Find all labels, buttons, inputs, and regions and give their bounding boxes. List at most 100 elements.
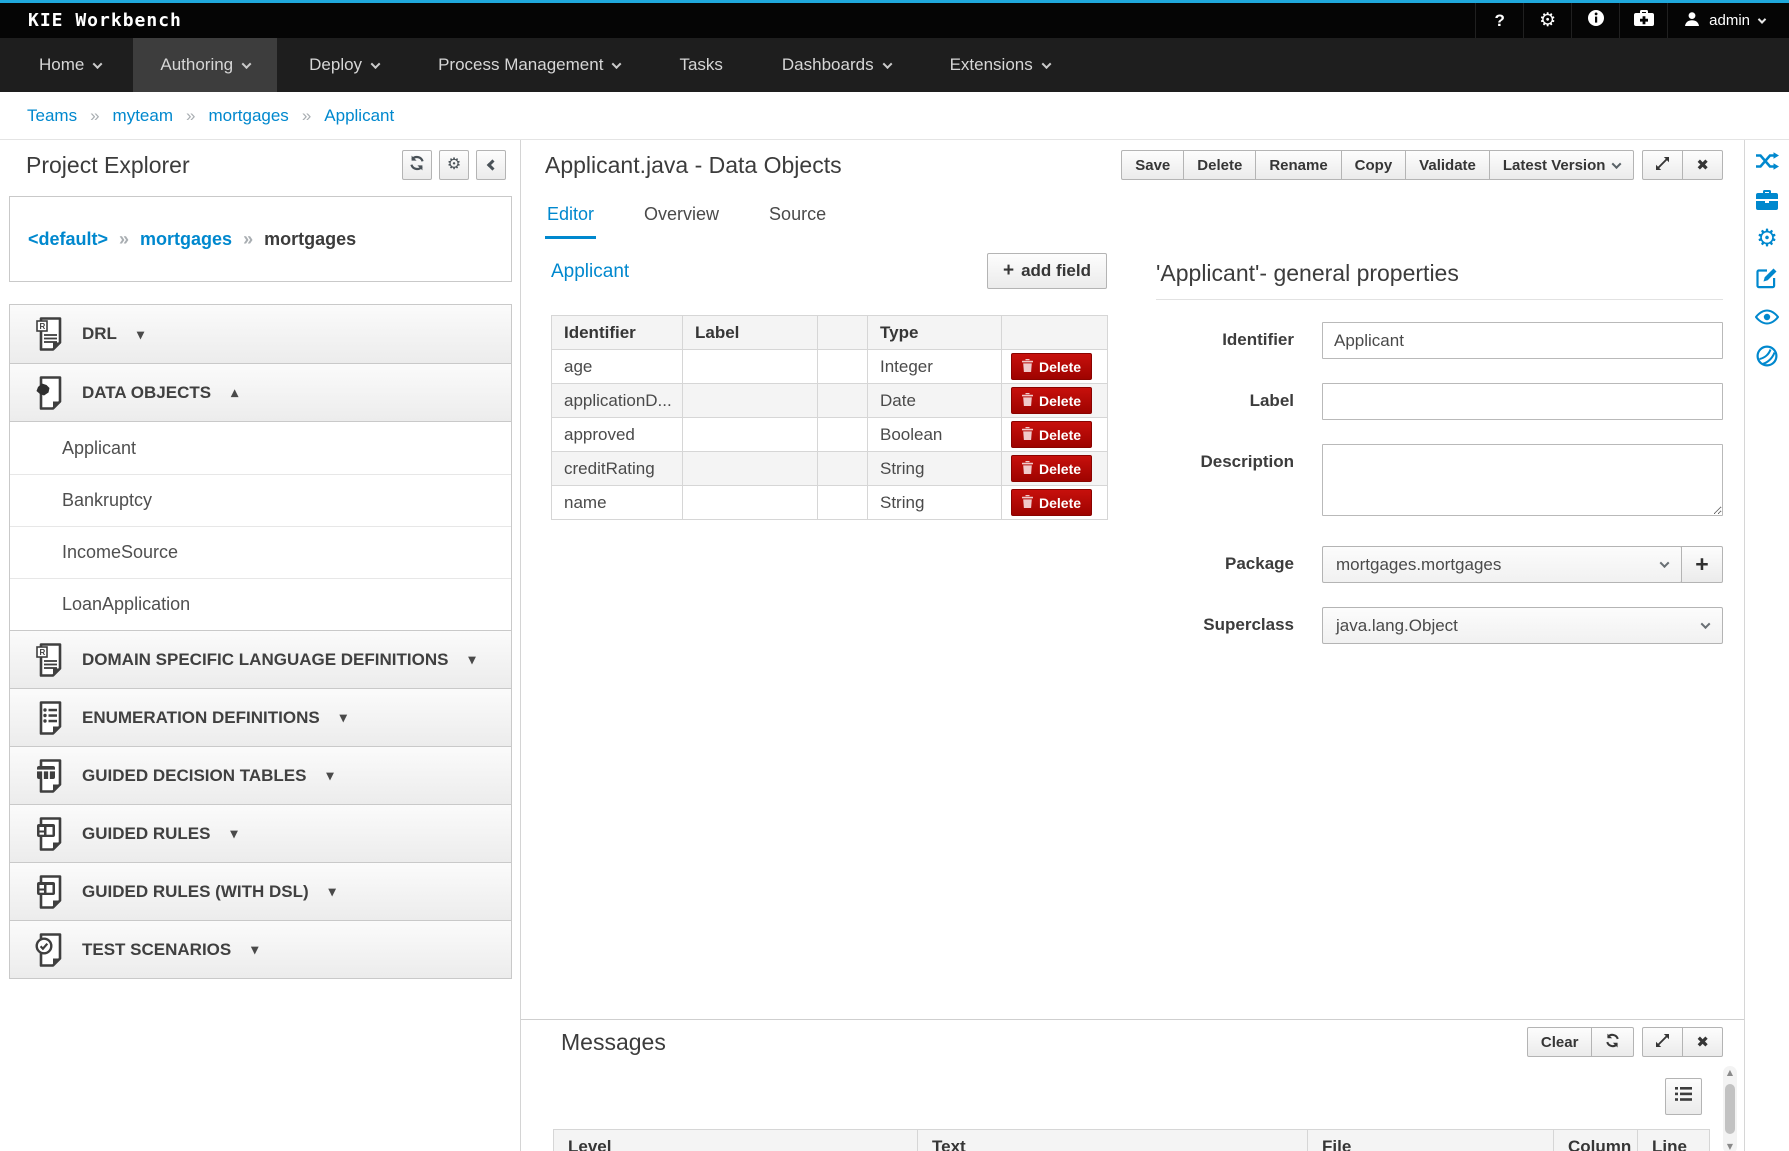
explorer-section-data-objects[interactable]: DATA OBJECTS▴ [10,363,511,421]
add-field-button[interactable]: + add field [987,253,1107,289]
explorer-settings-button[interactable]: ⚙ [439,150,469,180]
nav-item-deploy[interactable]: Deploy [282,38,406,92]
messages-column-level: Level [554,1130,918,1151]
close-icon: ✖ [1696,1033,1709,1051]
messages-title: Messages [561,1029,666,1056]
user-name: admin [1709,12,1750,29]
field-identifier[interactable]: creditRating [552,452,683,486]
description-field[interactable] [1322,444,1723,516]
delete-field-button[interactable]: Delete [1011,489,1092,516]
refresh-button[interactable] [402,150,432,180]
delete-field-button[interactable]: Delete [1011,421,1092,448]
superclass-select[interactable]: java.lang.Object [1322,607,1723,644]
enumeration-file-icon [34,700,66,736]
medkit-button[interactable] [1619,3,1667,38]
breadcrumb-link-mortgages[interactable]: mortgages [208,106,288,126]
field-identifier[interactable]: name [552,486,683,520]
explorer-section-drl[interactable]: RDRL▾ [10,305,511,363]
nav-item-process-management[interactable]: Process Management [411,38,647,92]
breadcrumb-link-myteam[interactable]: myteam [113,106,173,126]
messages-window-group: ✖ [1642,1027,1723,1057]
close-button[interactable]: ✖ [1683,150,1723,180]
explorer-section-guided-rules[interactable]: GUIDED RULES▾ [10,804,511,862]
package-row: Package mortgages.mortgages + [1156,546,1723,583]
help-button[interactable]: ? [1475,3,1523,38]
explorer-item-bankruptcy[interactable]: Bankruptcy [10,474,511,526]
field-row-creditrating: creditRating String Delete [552,452,1108,486]
nav-item-tasks[interactable]: Tasks [652,38,749,92]
nav-item-dashboards[interactable]: Dashboards [755,38,918,92]
clear-button[interactable]: Clear [1527,1027,1593,1057]
validate-button[interactable]: Validate [1406,150,1490,180]
add-package-button[interactable]: + [1681,546,1723,583]
eye-icon[interactable] [1755,306,1779,328]
gear-icon[interactable]: ⚙ [1755,228,1779,250]
copy-button[interactable]: Copy [1342,150,1407,180]
object-link[interactable]: Applicant [551,261,629,289]
delete-field-button[interactable]: Delete [1011,387,1092,414]
list-view-button[interactable] [1665,1078,1702,1115]
drl-file-icon: R [34,316,66,352]
scroll-up-icon[interactable]: ▲ [1727,1066,1733,1080]
field-type[interactable]: Date [868,384,1002,418]
delete-button[interactable]: Delete [1184,150,1256,180]
explorer-section-guided-decision-tables[interactable]: GUIDED DECISION TABLES▾ [10,746,511,804]
collapse-panel-button[interactable] [476,150,506,180]
identifier-field[interactable] [1322,322,1723,359]
field-type[interactable]: Integer [868,350,1002,384]
delete-field-button[interactable]: Delete [1011,455,1092,482]
briefcase-icon[interactable] [1755,189,1779,211]
expand-button[interactable] [1642,150,1683,180]
field-identifier[interactable]: applicationD... [552,384,683,418]
scrollbar-thumb[interactable] [1725,1084,1735,1134]
scroll-down-icon[interactable]: ▼ [1727,1140,1733,1151]
section-label: DRL [82,324,117,344]
messages-expand-button[interactable] [1642,1027,1683,1057]
field-type[interactable]: String [868,486,1002,520]
messages-close-button[interactable]: ✖ [1683,1027,1723,1057]
explorer-section-domain-specific-language-definitions[interactable]: RDOMAIN SPECIFIC LANGUAGE DEFINITIONS▾ [10,630,511,688]
field-label[interactable] [683,486,818,520]
nav-item-extensions[interactable]: Extensions [923,38,1077,92]
package-select[interactable]: mortgages.mortgages [1322,546,1682,583]
field-identifier[interactable]: age [552,350,683,384]
nav-item-authoring[interactable]: Authoring [133,38,277,92]
section-label: GUIDED RULES [82,824,210,844]
field-label[interactable] [683,350,818,384]
field-label[interactable] [683,384,818,418]
delete-field-button[interactable]: Delete [1011,353,1092,380]
explorer-section-enumeration-definitions[interactable]: ENUMERATION DEFINITIONS▾ [10,688,511,746]
explorer-section-test-scenarios[interactable]: TEST SCENARIOS▾ [10,920,511,978]
about-button[interactable] [1571,3,1619,38]
breadcrumb-link-teams[interactable]: Teams [27,106,77,126]
path-link-default[interactable]: <default> [28,229,108,250]
tab-source[interactable]: Source [767,198,828,239]
user-menu[interactable]: admin [1667,3,1789,38]
latest-version-button[interactable]: Latest Version [1490,150,1635,180]
breadcrumb-link-applicant[interactable]: Applicant [324,106,394,126]
field-identifier[interactable]: approved [552,418,683,452]
explorer-item-incomesource[interactable]: IncomeSource [10,526,511,578]
save-button[interactable]: Save [1121,150,1184,180]
path-link-mortgages[interactable]: mortgages [140,229,232,250]
label-field[interactable] [1322,383,1723,420]
messages-scrollbar[interactable]: ▲ ▼ [1723,1066,1737,1151]
field-type[interactable]: Boolean [868,418,1002,452]
tab-overview[interactable]: Overview [642,198,721,239]
shuffle-icon[interactable] [1755,150,1779,172]
field-label[interactable] [683,418,818,452]
field-type[interactable]: String [868,452,1002,486]
caret-up-icon: ▴ [231,384,238,401]
sphere-icon[interactable] [1755,345,1779,367]
messages-refresh-button[interactable] [1592,1027,1634,1057]
explorer-item-applicant[interactable]: Applicant [10,422,511,474]
rename-button[interactable]: Rename [1256,150,1341,180]
tab-editor[interactable]: Editor [545,198,596,239]
settings-button[interactable]: ⚙ [1523,3,1571,38]
edit-icon[interactable] [1755,267,1779,289]
explorer-section-guided-rules-with-dsl[interactable]: GUIDED RULES (WITH DSL)▾ [10,862,511,920]
trash-icon [1022,495,1033,511]
nav-item-home[interactable]: Home [12,38,128,92]
field-label[interactable] [683,452,818,486]
explorer-item-loanapplication[interactable]: LoanApplication [10,578,511,630]
